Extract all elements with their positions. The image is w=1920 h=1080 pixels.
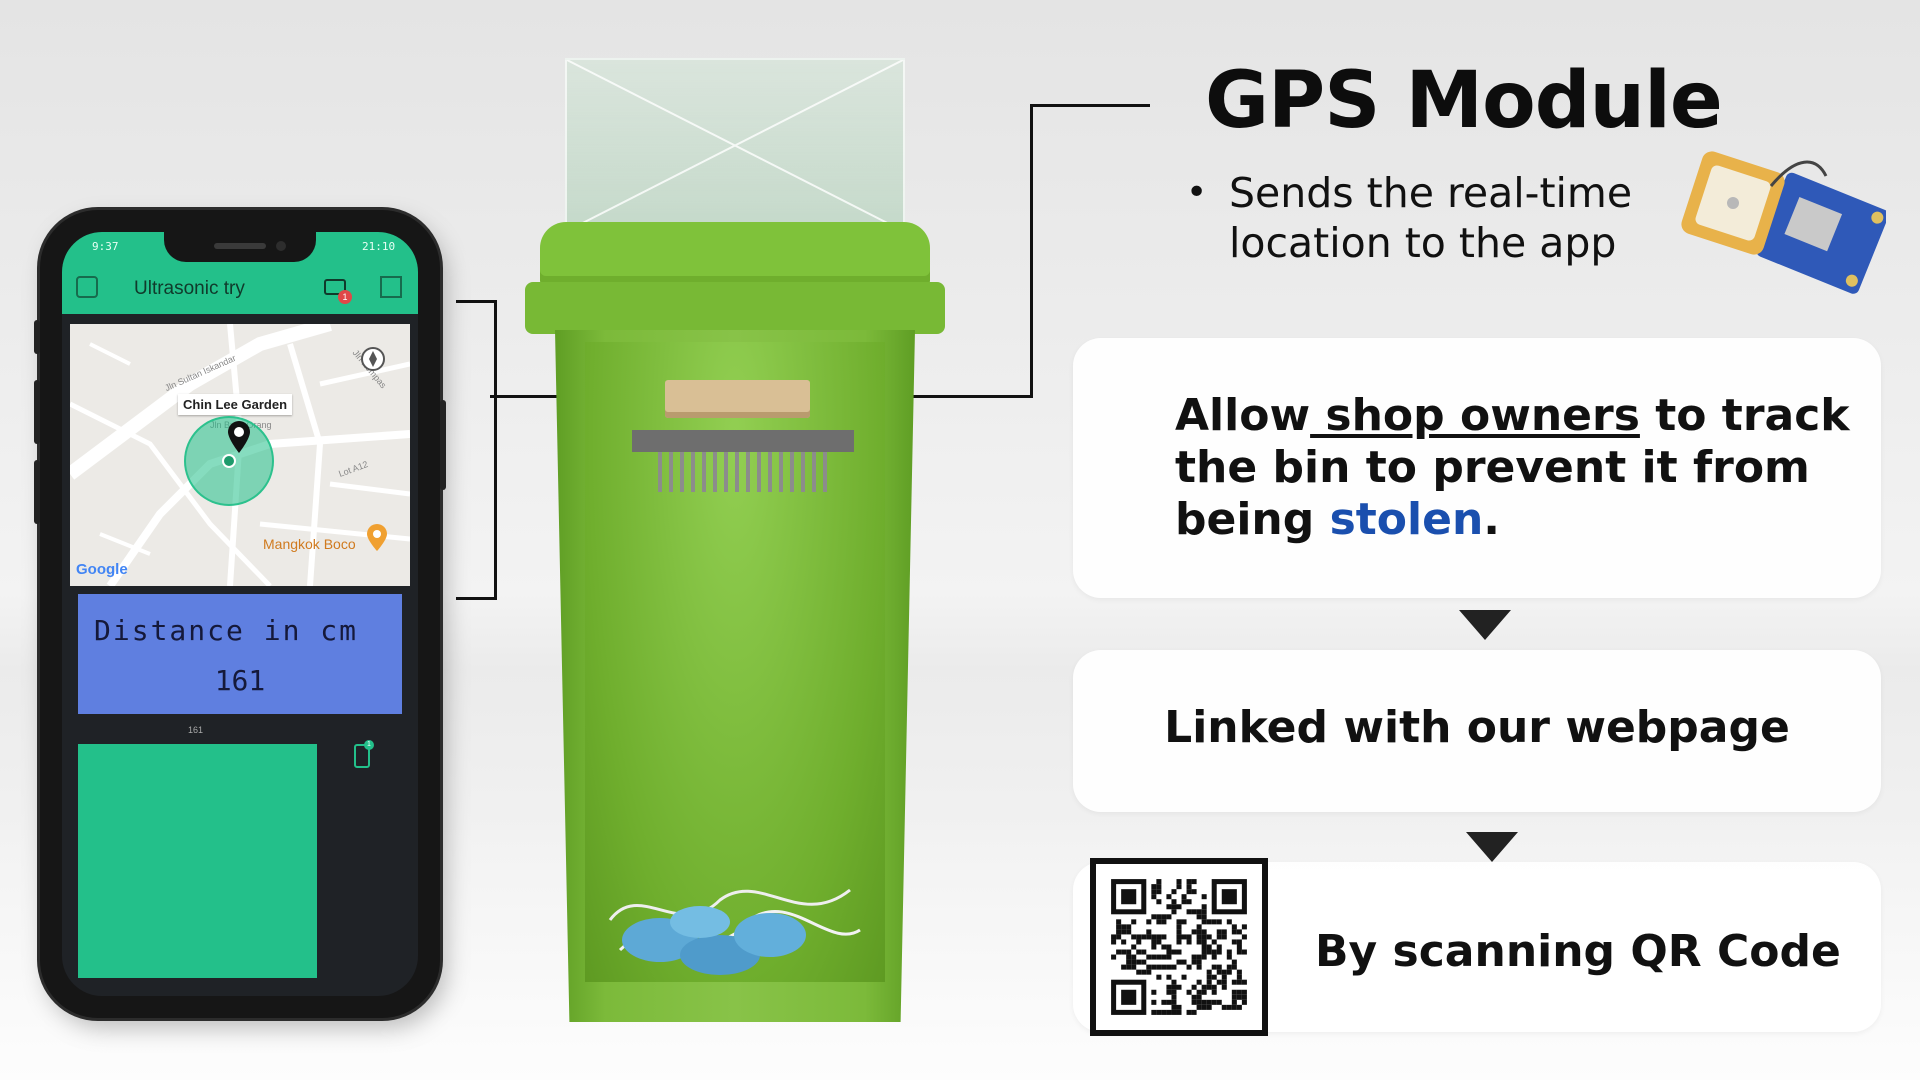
gps-module-housing <box>665 380 810 418</box>
gps-description: Sends the real-time location to the app <box>1229 169 1633 267</box>
status-right: 21:10 <box>362 240 396 253</box>
header-pins <box>658 452 830 492</box>
qr-code-icon[interactable] <box>1090 858 1268 1036</box>
mute-switch <box>34 320 40 354</box>
stolen-highlight: stolen <box>1329 494 1484 545</box>
leader-line-vertical <box>1030 104 1033 398</box>
app-title: Ultrasonic try <box>134 278 245 299</box>
status-left: 9:37 <box>92 240 119 253</box>
card-qr-text: By scanning QR Code <box>1315 926 1841 977</box>
distance-value: 161 <box>214 664 266 697</box>
shop-owners-text: shop owners <box>1310 390 1640 441</box>
leader-line-top <box>1030 104 1150 107</box>
google-logo: Google <box>76 561 128 578</box>
map-widget[interactable]: Jln Sultan Iskandar Jln Bukit Orang Lot … <box>70 324 410 586</box>
card-webpage: Linked with our webpage <box>1073 650 1881 812</box>
distance-display: Distance in cm 161 <box>78 594 402 714</box>
fill-level-bar <box>78 744 317 978</box>
speaker <box>214 243 266 249</box>
down-arrow-icon <box>1459 610 1511 640</box>
location-dot <box>222 454 236 468</box>
notch <box>164 232 316 262</box>
level-value: 161 <box>188 725 204 735</box>
device-badge: 1 <box>364 740 374 750</box>
poi-label: Mangkok Boco <box>263 536 356 552</box>
bullet: • <box>1186 172 1208 213</box>
circuit-board <box>632 430 854 452</box>
smartphone: 9:37 21:10 Ultrasonic try 1 Jln Sultan I… <box>34 210 446 1018</box>
card-webpage-text: Linked with our webpage <box>1164 702 1790 753</box>
down-arrow-icon <box>1466 832 1518 862</box>
notification-badge: 1 <box>338 290 352 304</box>
gps-title: GPS Module <box>1205 56 1723 146</box>
map-bracket <box>456 300 497 600</box>
gps-chip-icon <box>1681 151 1886 294</box>
power-button <box>440 400 446 490</box>
volume-down-button <box>34 460 40 524</box>
phone-screen: 9:37 21:10 Ultrasonic try 1 Jln Sultan I… <box>62 232 418 996</box>
volume-up-button <box>34 380 40 444</box>
text-part: . <box>1483 494 1500 545</box>
discarded-masks <box>608 888 861 975</box>
poi-icon[interactable] <box>366 524 388 552</box>
distance-label: Distance in cm <box>94 614 359 647</box>
bin-lid-flap <box>565 58 905 233</box>
card-track-bin: Allow shop owners to track the bin to pr… <box>1073 338 1881 598</box>
location-pin-icon <box>228 421 250 453</box>
card-track-bin-text: Allow shop owners to track the bin to pr… <box>1175 390 1855 546</box>
back-icon[interactable] <box>76 276 98 298</box>
place-label: Chin Lee Garden <box>178 394 293 415</box>
bin-lid <box>540 222 930 286</box>
compass-icon[interactable] <box>360 346 386 372</box>
square-icon[interactable] <box>380 276 402 298</box>
front-camera <box>276 241 286 251</box>
text-part: Allow <box>1175 390 1311 441</box>
bin-rim <box>525 282 945 334</box>
